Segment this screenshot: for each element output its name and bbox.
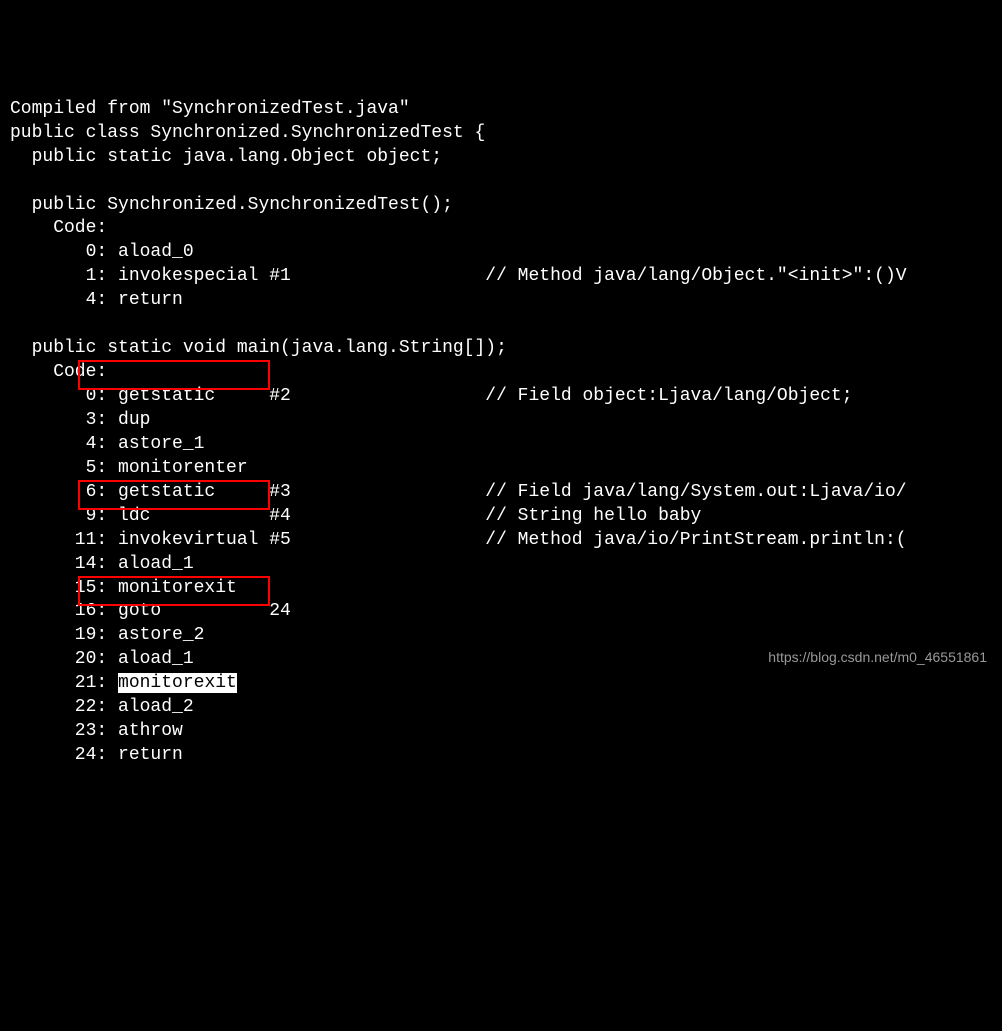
code-line: 14: aload_1 — [10, 553, 1002, 577]
code-line: 6: getstatic #3 // Field java/lang/Syste… — [10, 481, 1002, 505]
bytecode-output: Compiled from "SynchronizedTest.java"pub… — [10, 98, 1002, 768]
code-line: public static void main(java.lang.String… — [10, 337, 1002, 361]
code-line: 23: athrow — [10, 720, 1002, 744]
code-line: 16: goto 24 — [10, 600, 1002, 624]
code-line: 19: astore_2 — [10, 624, 1002, 648]
code-line: 9: ldc #4 // String hello baby — [10, 505, 1002, 529]
code-line — [10, 313, 1002, 337]
code-line: public static java.lang.Object object; — [10, 146, 1002, 170]
code-line: public class Synchronized.SynchronizedTe… — [10, 122, 1002, 146]
code-line — [10, 170, 1002, 194]
code-line: 4: return — [10, 289, 1002, 313]
selected-text: monitorexit — [118, 673, 237, 693]
code-line-highlighted: 21: monitorexit — [10, 672, 1002, 696]
code-line: 5: monitorenter — [10, 457, 1002, 481]
code-line: 3: dup — [10, 409, 1002, 433]
code-line: 0: getstatic #2 // Field object:Ljava/la… — [10, 385, 1002, 409]
code-line: 1: invokespecial #1 // Method java/lang/… — [10, 265, 1002, 289]
code-line: 24: return — [10, 744, 1002, 768]
code-line: 11: invokevirtual #5 // Method java/io/P… — [10, 529, 1002, 553]
code-line: Compiled from "SynchronizedTest.java" — [10, 98, 1002, 122]
code-line: 15: monitorexit — [10, 577, 1002, 601]
code-line: Code: — [10, 361, 1002, 385]
code-line: Code: — [10, 217, 1002, 241]
code-line: 22: aload_2 — [10, 696, 1002, 720]
code-line: 4: astore_1 — [10, 433, 1002, 457]
code-line: public Synchronized.SynchronizedTest(); — [10, 194, 1002, 218]
watermark-text: https://blog.csdn.net/m0_46551861 — [768, 648, 987, 667]
code-line: 0: aload_0 — [10, 241, 1002, 265]
